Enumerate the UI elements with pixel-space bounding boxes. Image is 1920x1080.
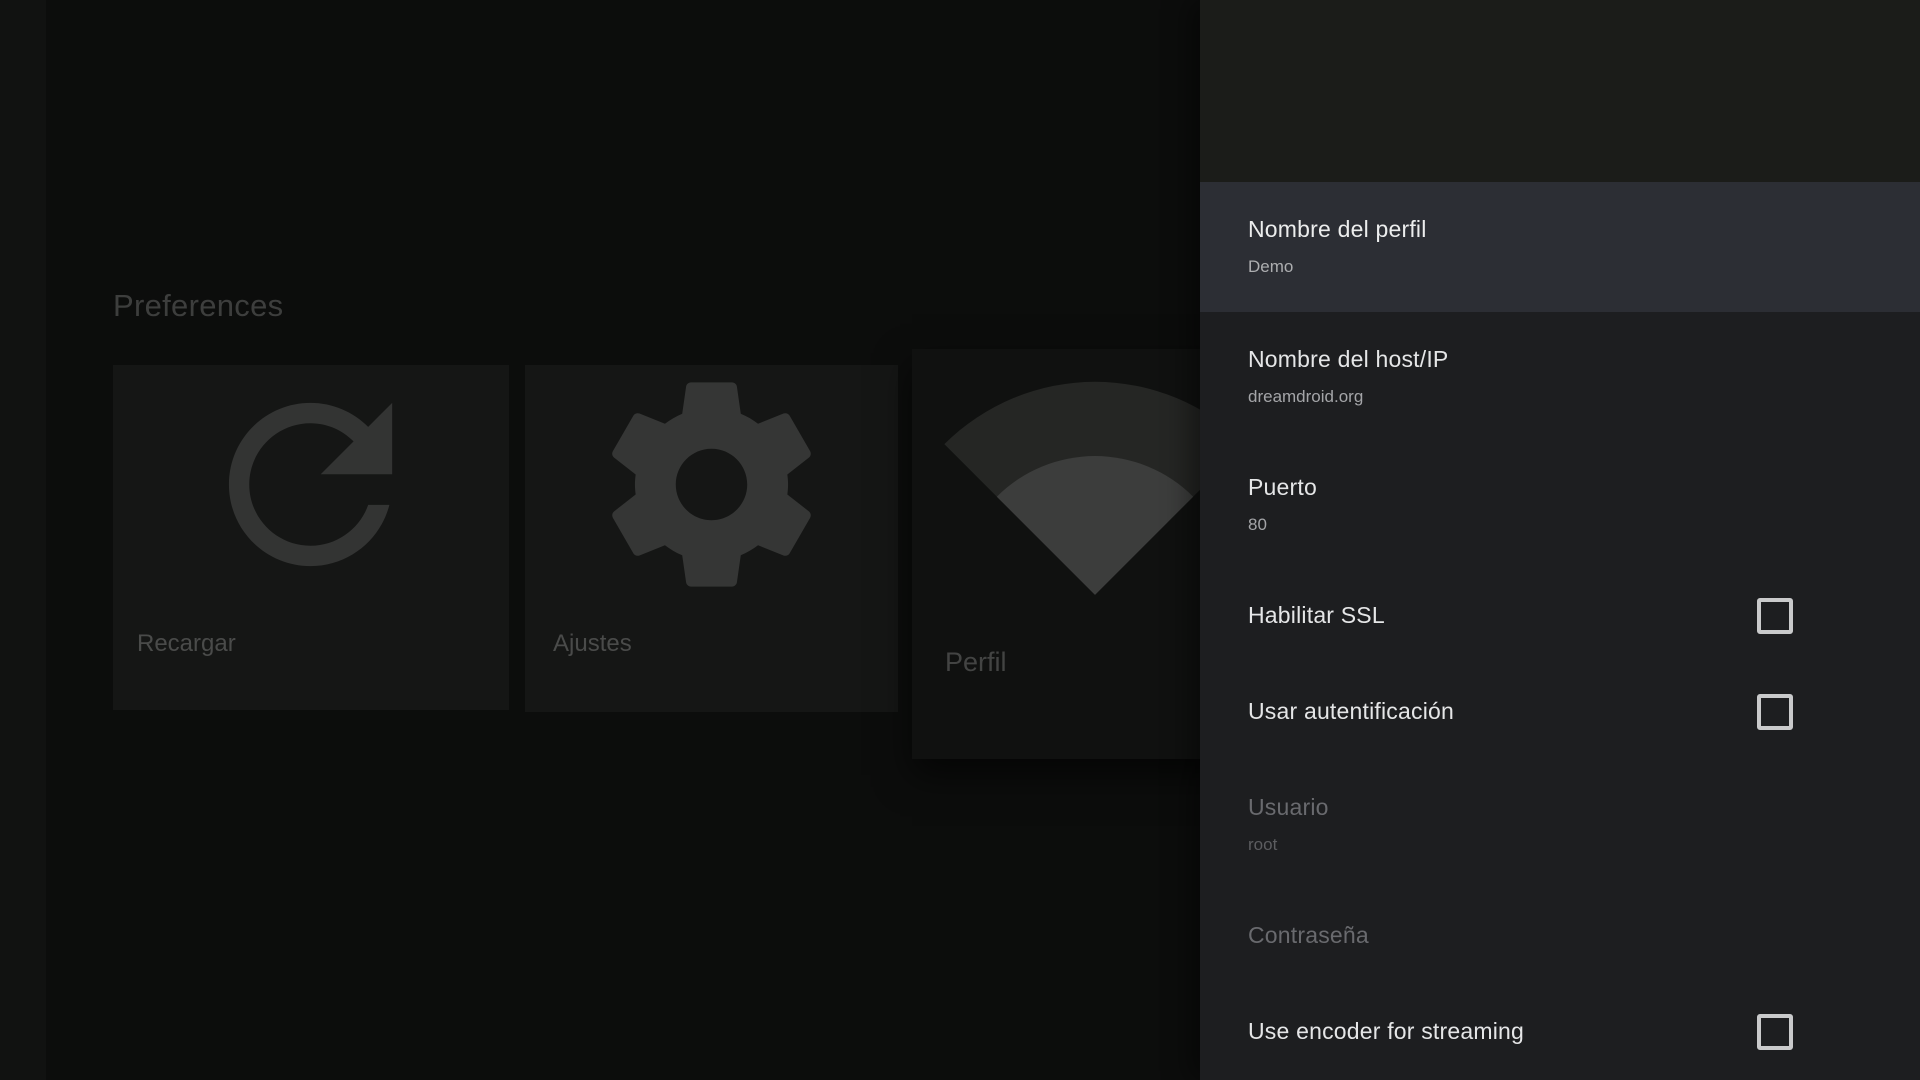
setting-title: Contraseña — [1248, 922, 1369, 949]
gear-icon — [589, 362, 834, 607]
setting-value: 80 — [1248, 514, 1267, 535]
page-title: Preferences — [113, 288, 283, 324]
settings-action-row-habilitar-ssl[interactable]: Habilitar SSL — [1200, 568, 1920, 664]
left-edge-strip — [0, 0, 46, 1080]
setting-value: dreamdroid.org — [1248, 386, 1363, 407]
card-recargar[interactable]: Recargar — [113, 365, 509, 710]
use-encoder-for-streaming-checkbox[interactable] — [1757, 1014, 1793, 1050]
setting-value: Demo — [1248, 256, 1293, 277]
settings-action-row-usar-autentificaci-n[interactable]: Usar autentificación — [1200, 664, 1920, 760]
card-ajustes[interactable]: Ajustes — [525, 365, 898, 712]
card-perfil-label: Perfil — [945, 648, 1007, 676]
settings-action-row-use-encoder-for-streaming[interactable]: Use encoder for streaming — [1200, 984, 1920, 1080]
card-ajustes-label: Ajustes — [553, 630, 632, 658]
setting-title: Usar autentificación — [1248, 698, 1454, 725]
setting-title: Nombre del perfil — [1248, 216, 1427, 243]
card-recargar-label: Recargar — [137, 630, 236, 658]
settings-panel: Nombre del perfil Demo Nombre del host/IP d… — [1200, 0, 1920, 1080]
setting-value: root — [1248, 834, 1277, 855]
settings-action-row-contrase-a[interactable]: Contraseña — [1200, 888, 1920, 984]
habilitar-ssl-checkbox[interactable] — [1757, 598, 1793, 634]
reload-icon — [188, 362, 433, 607]
setting-title: Nombre del host/IP — [1248, 346, 1448, 373]
settings-action-row-puerto[interactable]: Puerto 80 — [1200, 440, 1920, 568]
setting-title: Usuario — [1248, 794, 1329, 821]
setting-title: Puerto — [1248, 474, 1317, 501]
settings-action-row-nombre-del-host-ip[interactable]: Nombre del host/IP dreamdroid.org — [1200, 312, 1920, 440]
settings-action-row-nombre-del-perfil[interactable]: Nombre del perfil Demo — [1200, 182, 1920, 312]
preferences-screen: Preferences Recargar Ajustes Perfil Nomb… — [0, 0, 1920, 1080]
panel-top-strip — [1200, 0, 1920, 182]
usar-autentificaci-n-checkbox[interactable] — [1757, 694, 1793, 730]
setting-title: Use encoder for streaming — [1248, 1018, 1524, 1045]
settings-action-row-usuario[interactable]: Usuario root — [1200, 760, 1920, 888]
setting-title: Habilitar SSL — [1248, 602, 1385, 629]
